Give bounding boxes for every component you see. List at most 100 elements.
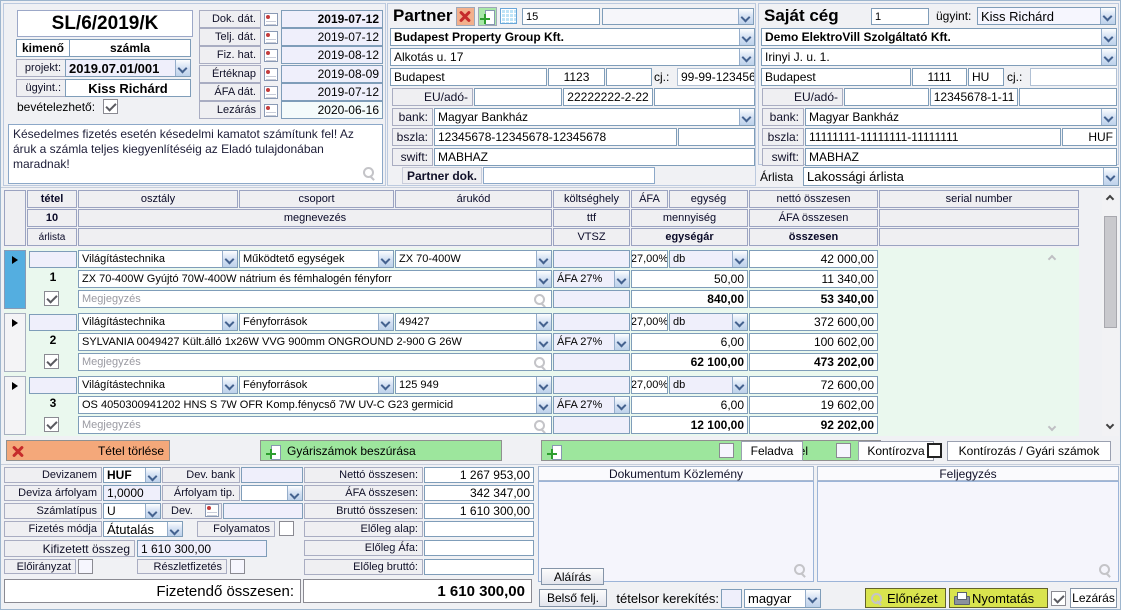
chevron-down-icon[interactable] <box>739 109 754 125</box>
chevron-down-icon[interactable] <box>222 251 237 267</box>
arlista-select[interactable]: Lakossági árlista <box>803 167 1119 186</box>
magnifier-icon[interactable] <box>1098 563 1112 577</box>
feljegyzes-textarea[interactable] <box>817 481 1119 582</box>
item-egyseg-select[interactable]: db <box>669 313 748 331</box>
company-tax-input[interactable]: 12345678-1-11 <box>930 88 1018 106</box>
partner-dok-input[interactable] <box>483 167 655 184</box>
company-zip-input[interactable]: 1111 <box>912 68 967 86</box>
kozlemeny-textarea[interactable] <box>538 481 814 582</box>
partner-account-input[interactable]: 12345678-12345678-12345678 <box>434 128 677 146</box>
payment-terms-note[interactable]: Késedelmes fizetés esetén késedelmi kama… <box>8 124 383 184</box>
calendar-icon[interactable] <box>264 13 278 26</box>
print-button[interactable]: Nyomtatás <box>949 588 1048 608</box>
chevron-down-icon[interactable] <box>167 522 182 536</box>
szamlatipus-select[interactable]: U <box>103 503 161 519</box>
item-megnevezes-select[interactable]: ZX 70-400W Gyújtó 70W-400W nátrium és fé… <box>78 270 552 288</box>
chevron-down-icon[interactable] <box>1101 109 1116 125</box>
fizetes-modja-select[interactable]: Átutalás <box>103 521 183 537</box>
item-koltseghely-cell[interactable] <box>553 250 630 268</box>
kontirozas-checkbox[interactable] <box>927 443 942 458</box>
ugyint-field[interactable]: Kiss Richárd <box>65 79 191 97</box>
item-osztaly-select[interactable]: Világítástechnika <box>78 313 238 331</box>
chevron-down-icon[interactable] <box>732 251 747 267</box>
calendar-icon[interactable] <box>264 31 278 44</box>
folyamatos-checkbox[interactable] <box>279 521 294 536</box>
lezaras-checkbox[interactable] <box>1051 591 1066 606</box>
chevron-down-icon[interactable] <box>1100 8 1115 24</box>
row-selector[interactable] <box>4 250 26 309</box>
row-selector[interactable] <box>4 313 26 372</box>
item-egyseg-select[interactable]: db <box>669 376 748 394</box>
item-netto[interactable]: 42 000,00 <box>749 250 878 268</box>
chevron-down-icon[interactable] <box>1101 49 1116 65</box>
scroll-up-icon[interactable] <box>1106 195 1114 203</box>
partner-tax-input[interactable]: 22222222-2-22 <box>563 88 653 106</box>
company-account-input[interactable]: 11111111-11111111-11111111 <box>805 128 1061 146</box>
item-vtsz-cell[interactable] <box>553 416 630 434</box>
chevron-down-icon[interactable] <box>1103 168 1118 185</box>
item-koltseghely-cell[interactable] <box>553 313 630 331</box>
insert-serials-button[interactable]: Gyáriszámok beszúrása <box>260 440 502 461</box>
feladva-checkbox[interactable] <box>719 443 734 458</box>
chevron-down-icon[interactable] <box>732 377 747 393</box>
company-address-select[interactable]: Irinyi J. u. 1. <box>761 48 1117 66</box>
chevron-down-icon[interactable] <box>175 60 190 76</box>
item-megjegyzes-input[interactable]: Megjegyzés <box>78 353 552 371</box>
magnifier-icon[interactable] <box>362 166 376 180</box>
calendar-icon[interactable] <box>264 49 278 62</box>
item-arlista-cell[interactable] <box>29 251 77 268</box>
partner-code-input[interactable]: 15 <box>522 8 600 25</box>
chevron-down-icon[interactable] <box>1101 29 1116 45</box>
partner-address-select[interactable]: Alkotás u. 17 <box>390 48 755 66</box>
partner-district-input[interactable] <box>606 68 652 86</box>
chevron-down-icon[interactable] <box>805 590 820 607</box>
alairas-button[interactable]: Aláírás <box>541 568 604 585</box>
partner-eu-tax-input[interactable] <box>474 88 562 106</box>
magnifier-icon[interactable] <box>533 293 547 307</box>
company-account-currency[interactable]: HUF <box>1062 128 1117 146</box>
item-megjegyzes-input[interactable]: Megjegyzés <box>78 290 552 308</box>
chevron-down-icon[interactable] <box>536 397 551 413</box>
dev-date-input[interactable] <box>223 503 303 519</box>
item-arukod-select[interactable]: 49427 <box>395 313 552 331</box>
item-arlista-cell[interactable] <box>29 377 77 394</box>
partner-zip-input[interactable]: 1123 <box>548 68 605 86</box>
item-megnevezes-select[interactable]: SYLVANIA 0049427 Kült.álló 1x26W VVG 900… <box>78 333 552 351</box>
item-netto[interactable]: 72 600,00 <box>749 376 878 394</box>
item-csoport-select[interactable]: Fényforrások <box>239 376 394 394</box>
company-city-input[interactable]: Budapest <box>761 68 911 86</box>
company-bank-select[interactable]: Magyar Bankház <box>805 108 1117 126</box>
date-value[interactable]: 2019-08-09 <box>281 65 383 83</box>
chevron-down-icon[interactable] <box>287 486 302 500</box>
item-koltseghely-cell[interactable] <box>553 376 630 394</box>
item-afa-select[interactable]: ÁFA 27% <box>553 396 630 414</box>
item-megnevezes-select[interactable]: OS 4050300941202 HNS S 7W OFR Komp.fényc… <box>78 396 552 414</box>
partner-bank-select[interactable]: Magyar Bankház <box>434 108 755 126</box>
bevetelezheto-checkbox[interactable] <box>103 99 118 114</box>
item-egysegar[interactable]: 62 100,00 <box>631 353 748 371</box>
company-cj-input[interactable] <box>1030 68 1117 86</box>
chevron-down-icon[interactable] <box>614 334 629 350</box>
chevron-down-icon[interactable] <box>378 251 393 267</box>
chevron-down-icon[interactable] <box>536 271 551 287</box>
arfolyam-tip-select[interactable] <box>241 485 303 501</box>
chevron-down-icon[interactable] <box>378 314 393 330</box>
item-megjegyzes-input[interactable]: Megjegyzés <box>78 416 552 434</box>
item-osztaly-select[interactable]: Világítástechnika <box>78 250 238 268</box>
chevron-down-icon[interactable] <box>739 49 754 65</box>
partner-group-tax-input[interactable] <box>654 88 755 106</box>
partner-account-currency-input[interactable] <box>678 128 755 146</box>
item-arukod-select[interactable]: 125 949 <box>395 376 552 394</box>
magnifier-icon[interactable] <box>793 563 807 577</box>
item-afa-select[interactable]: ÁFA 27% <box>553 333 630 351</box>
date-value[interactable]: 2019-08-12 <box>281 46 383 64</box>
magnifier-icon[interactable] <box>533 356 547 370</box>
partner-swift-input[interactable]: MABHAZ <box>434 148 755 166</box>
delete-item-button[interactable]: Tétel törlése <box>6 440 170 461</box>
item-arukod-select[interactable]: ZX 70-400W <box>395 250 552 268</box>
scrollbar-thumb[interactable] <box>1104 216 1117 328</box>
reszletfizetes-checkbox[interactable] <box>230 559 245 574</box>
chevron-down-icon[interactable] <box>536 334 551 350</box>
item-checkbox[interactable] <box>44 417 59 432</box>
dev-bank-input[interactable] <box>241 467 303 483</box>
